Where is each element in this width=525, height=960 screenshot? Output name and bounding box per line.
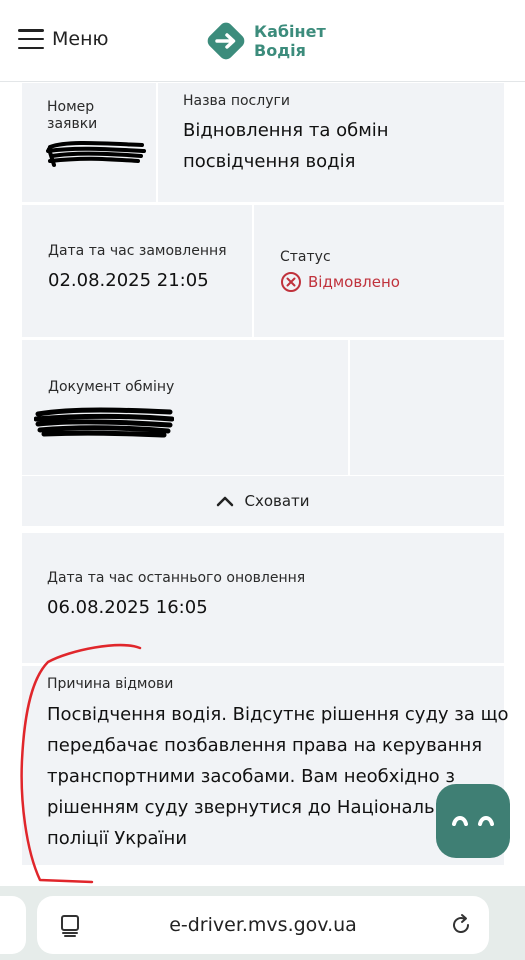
chat-bot-button[interactable]: [436, 784, 510, 858]
url-field[interactable]: e-driver.mvs.gov.ua: [37, 896, 489, 954]
url-text: e-driver.mvs.gov.ua: [169, 914, 357, 936]
chat-bot-icon: [452, 816, 494, 826]
previous-tab-stub[interactable]: [0, 896, 26, 954]
browser-address-bar: e-driver.mvs.gov.ua: [0, 886, 525, 960]
reload-icon[interactable]: [449, 913, 473, 937]
